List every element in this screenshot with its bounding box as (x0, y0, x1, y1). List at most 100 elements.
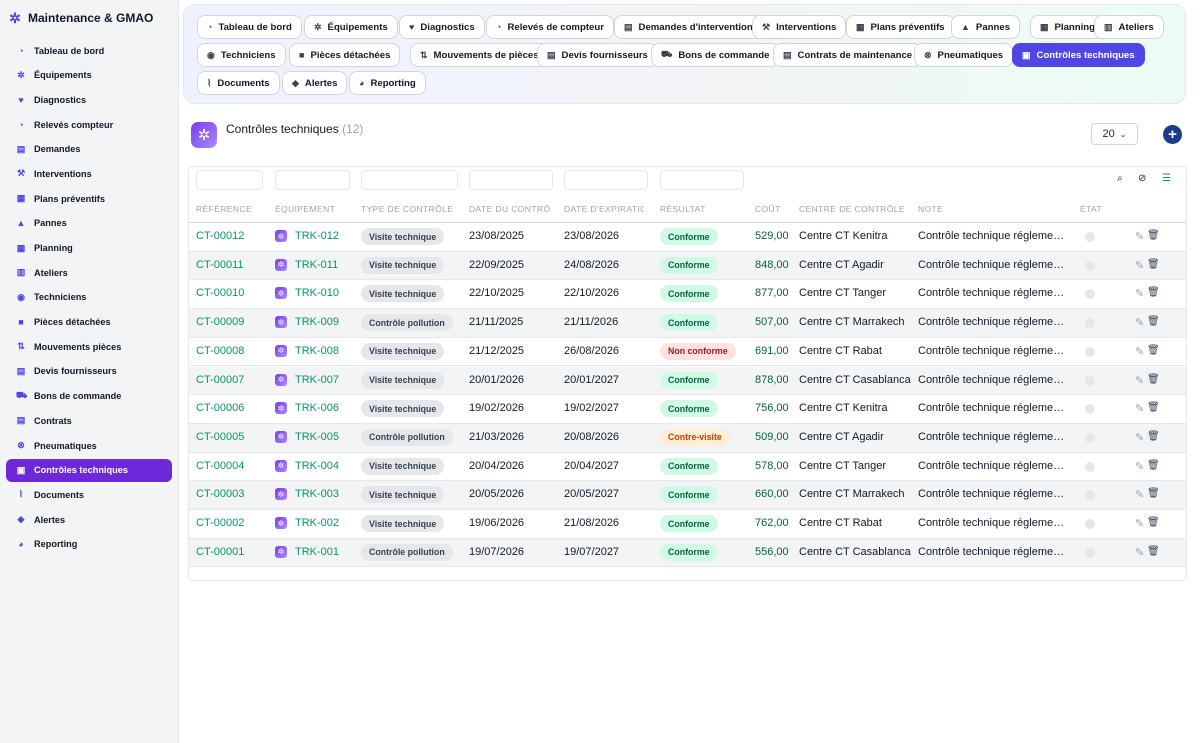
col-centre[interactable]: CENTRE DE CONTRÔLE (799, 204, 914, 214)
sidebar-item-releves-compteur[interactable]: ◔ Relevés compteur (6, 113, 172, 136)
col-equipement[interactable]: ÉQUIPEMENT (275, 204, 355, 214)
sidebar-item-equipements[interactable]: ✲ Équipements (6, 64, 172, 87)
equipment-link[interactable]: ✲ TRK-012 (275, 230, 339, 242)
sidebar-item-tableau-de-bord[interactable]: ◔ Tableau de bord (6, 39, 172, 62)
equipment-link[interactable]: ✲ TRK-002 (275, 517, 339, 529)
tab-demandes-d-intervention[interactable]: ▤ Demandes d'intervention (614, 15, 763, 39)
filter-clear-icon[interactable]: ⊘ (1138, 173, 1146, 184)
reference-link[interactable]: CT-00009 (196, 316, 244, 328)
equipment-link[interactable]: ✲ TRK-011 (275, 258, 338, 271)
tab-ateliers[interactable]: ▥ Ateliers (1094, 15, 1164, 39)
filter-resultat-input[interactable] (660, 170, 744, 190)
sidebar-item-demandes[interactable]: ▤ Demandes (6, 138, 172, 161)
reference-link[interactable]: CT-00001 (196, 546, 244, 558)
column-list-icon[interactable]: ☰ (1162, 173, 1171, 184)
col-date-controle[interactable]: DATE DU CONTRÔLE (469, 204, 550, 214)
trash-icon[interactable]: 🗑 (1147, 230, 1160, 241)
pencil-icon[interactable]: ✎ (1135, 230, 1144, 243)
tab-tableau-de-bord[interactable]: ◔ Tableau de bord (197, 15, 302, 39)
col-resultat[interactable]: RÉSULTAT (660, 204, 740, 214)
pencil-icon[interactable]: ✎ (1135, 546, 1144, 559)
filter-type-input[interactable] (361, 170, 458, 190)
col-note[interactable]: NOTE (918, 204, 978, 214)
sidebar-item-ateliers[interactable]: ▥ Ateliers (6, 261, 172, 284)
reference-link[interactable]: CT-00012 (196, 230, 244, 242)
table-row[interactable]: CT-00009 ✲ TRK-009 Contrôle pollution 21/11/… (189, 309, 1186, 338)
filter-date-expiration-input[interactable] (564, 170, 648, 190)
table-row[interactable]: CT-00004 ✲ TRK-004 Visite technique 20/04/20… (189, 453, 1186, 482)
sidebar-item-pannes[interactable]: ▲ Pannes (6, 212, 172, 235)
equipment-link[interactable]: ✲ TRK-003 (275, 488, 339, 501)
reference-link[interactable]: CT-00010 (196, 287, 244, 299)
tab-devis-fournisseurs[interactable]: ▤ Devis fournisseurs (537, 43, 658, 67)
tab-alertes[interactable]: ◆ Alertes (282, 71, 348, 95)
sidebar-item-alertes[interactable]: ◆ Alertes (6, 508, 172, 531)
sidebar-item-devis-fournisseurs[interactable]: ▤ Devis fournisseurs (6, 360, 172, 383)
tab-mouvements-de-pieces[interactable]: ⇅ Mouvements de pièces (410, 43, 549, 67)
sidebar-item-pieces-detachees[interactable]: ■ Pièces détachées (6, 311, 172, 334)
trash-icon[interactable]: 🗑 (1147, 488, 1160, 499)
trash-icon[interactable]: 🗑 (1147, 460, 1160, 471)
sidebar-item-contrats[interactable]: ▤ Contrats (6, 409, 172, 432)
tab-contrats-de-maintenance[interactable]: ▤ Contrats de maintenance (773, 43, 923, 67)
tab-documents[interactable]: ⌇ Documents (197, 71, 280, 95)
col-etat[interactable]: ÉTAT (1080, 204, 1120, 214)
sidebar-item-plans-preventifs[interactable]: ▦ Plans préventifs (6, 187, 172, 210)
table-row[interactable]: CT-00010 ✲ TRK-010 Visite technique 22/10/20… (189, 280, 1186, 310)
trash-icon[interactable]: 🗑 (1147, 546, 1160, 557)
reference-link[interactable]: CT-00003 (196, 488, 244, 500)
sidebar-item-controles-techniques[interactable]: ▣ Contrôles techniques (6, 458, 172, 482)
equipment-link[interactable]: ✲ TRK-001 (275, 545, 339, 558)
tab-pneumatiques[interactable]: ⊗ Pneumatiques (914, 43, 1014, 67)
pencil-icon[interactable]: ✎ (1135, 517, 1144, 530)
sidebar-item-pneumatiques[interactable]: ⊗ Pneumatiques (6, 434, 172, 457)
pencil-icon[interactable]: ✎ (1135, 259, 1144, 272)
sidebar-item-interventions[interactable]: ⚒ Interventions (6, 162, 172, 185)
reference-link[interactable]: CT-00002 (196, 517, 244, 529)
sidebar-item-diagnostics[interactable]: ♥ Diagnostics (6, 88, 172, 111)
table-row[interactable]: CT-00008 ✲ TRK-008 Visite technique 21/12/20… (189, 338, 1186, 367)
reference-link[interactable]: CT-00008 (196, 345, 244, 357)
table-row[interactable]: CT-00003 ✲ TRK-003 Visite technique 20/05/20… (189, 481, 1186, 510)
filter-date-controle-input[interactable] (469, 170, 553, 190)
tab-equipements[interactable]: ✲ Équipements (304, 15, 398, 39)
table-row[interactable]: CT-00005 ✲ TRK-005 Contrôle pollution 21/03/… (189, 423, 1186, 453)
search-icon[interactable]: ⌕ (1117, 173, 1123, 184)
table-row[interactable]: CT-00006 ✲ TRK-006 Visite technique 19/02/20… (189, 395, 1186, 424)
trash-icon[interactable]: 🗑 (1147, 402, 1160, 413)
pencil-icon[interactable]: ✎ (1135, 431, 1144, 444)
equipment-link[interactable]: ✲ TRK-007 (275, 373, 339, 386)
app-brand[interactable]: ✲ Maintenance & GMAO (8, 10, 153, 26)
col-date-expiration[interactable]: DATE D'EXPIRATION (564, 204, 644, 214)
col-reference[interactable]: RÉFÉRENCE (196, 204, 266, 214)
trash-icon[interactable]: 🗑 (1147, 517, 1160, 528)
tab-bons-de-commande[interactable]: ⛟ Bons de commande (651, 43, 780, 67)
table-row[interactable]: CT-00011 ✲ TRK-011 Visite technique 22/09/20… (189, 251, 1186, 281)
table-row[interactable]: CT-00012 ✲ TRK-012 Visite technique 23/08/20… (189, 223, 1186, 252)
tab-diagnostics[interactable]: ♥ Diagnostics (399, 15, 485, 39)
sidebar-item-mouvements-pieces[interactable]: ⇅ Mouvements pièces (6, 335, 172, 358)
sidebar-item-bons-de-commande[interactable]: ⛟ Bons de commande (6, 385, 172, 408)
reference-link[interactable]: CT-00004 (196, 460, 244, 472)
reference-link[interactable]: CT-00007 (196, 374, 244, 386)
equipment-link[interactable]: ✲ TRK-010 (275, 287, 339, 300)
pencil-icon[interactable]: ✎ (1135, 287, 1144, 300)
tab-controles-techniques[interactable]: ▣ Contrôles techniques (1012, 43, 1145, 67)
pencil-icon[interactable]: ✎ (1135, 402, 1144, 415)
tab-interventions[interactable]: ⚒ Interventions (752, 15, 847, 39)
sidebar-item-documents[interactable]: ⌇ Documents (6, 483, 172, 506)
sidebar-item-planning[interactable]: ▦ Planning (6, 237, 172, 260)
per-page-select[interactable]: 20 ⌄ (1091, 123, 1138, 145)
tab-reporting[interactable]: ◕ Reporting (349, 71, 426, 95)
pencil-icon[interactable]: ✎ (1135, 488, 1144, 501)
equipment-link[interactable]: ✲ TRK-005 (275, 430, 339, 443)
equipment-link[interactable]: ✲ TRK-008 (275, 344, 339, 357)
equipment-link[interactable]: ✲ TRK-004 (275, 459, 339, 472)
table-row[interactable]: CT-00007 ✲ TRK-007 Visite technique 20/01/20… (189, 366, 1186, 396)
reference-link[interactable]: CT-00005 (196, 431, 244, 443)
pencil-icon[interactable]: ✎ (1135, 345, 1144, 358)
tab-pieces-detachees[interactable]: ■ Pièces détachées (289, 43, 401, 67)
trash-icon[interactable]: 🗑 (1147, 345, 1160, 356)
tab-techniciens[interactable]: ◉ Techniciens (197, 43, 286, 67)
sidebar-item-techniciens[interactable]: ◉ Techniciens (6, 286, 172, 309)
